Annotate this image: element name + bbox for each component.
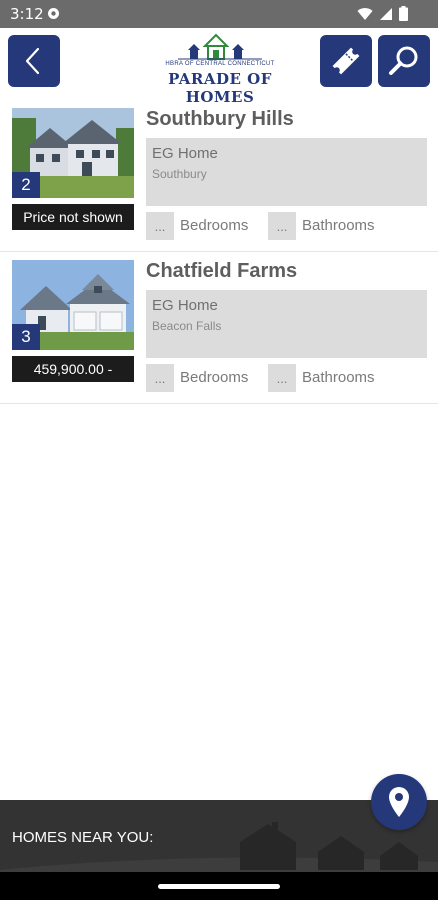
tickets-button[interactable] <box>320 35 372 87</box>
home-gesture-handle[interactable] <box>158 884 280 889</box>
bedrooms-label: Bedrooms <box>180 217 249 234</box>
wifi-icon <box>357 7 373 20</box>
logo-subtitle: HBRA OF CENTRAL CONNECTICUT <box>165 61 275 67</box>
bedrooms-value: ... <box>146 364 174 392</box>
listing-builder: EG Home <box>152 145 218 162</box>
bedrooms-value: ... <box>146 212 174 240</box>
map-pin-icon <box>389 787 409 817</box>
listing-photo[interactable]: 2 <box>12 108 134 198</box>
listing-item[interactable]: 3 459,900.00 - Chatfield Farms EG Home B… <box>0 252 438 404</box>
homes-near-you-label: HOMES NEAR YOU: <box>12 829 154 846</box>
map-button[interactable] <box>371 774 427 830</box>
listing-name[interactable]: Chatfield Farms <box>146 260 297 283</box>
listing-number-badge: 2 <box>12 172 40 198</box>
bathrooms-value: ... <box>268 212 296 240</box>
status-time: 3:12 <box>10 5 44 23</box>
battery-icon <box>399 6 408 21</box>
status-bar: 3:12 <box>0 0 438 28</box>
app-header: HBRA OF CENTRAL CONNECTICUT PARADE OF HO… <box>0 28 438 106</box>
search-icon <box>389 46 418 75</box>
listing-price: Price not shown <box>12 204 134 230</box>
back-button[interactable] <box>8 35 60 87</box>
listing-name[interactable]: Southbury Hills <box>146 108 294 131</box>
listing-info-box: EG Home Beacon Falls <box>146 290 427 358</box>
parade-of-homes-logo: HBRA OF CENTRAL CONNECTICUT PARADE OF HO… <box>148 32 292 106</box>
bathrooms-value: ... <box>268 364 296 392</box>
listing-town: Southbury <box>152 167 207 181</box>
listing-town: Beacon Falls <box>152 319 222 333</box>
search-button[interactable] <box>378 35 430 87</box>
bathrooms-label: Bathrooms <box>302 217 375 234</box>
listing-info-box: EG Home Southbury <box>146 138 427 206</box>
logo-houses-icon <box>178 33 262 60</box>
listing-price: 459,900.00 - <box>12 356 134 382</box>
bedrooms-label: Bedrooms <box>180 369 249 386</box>
listing-photo[interactable]: 3 <box>12 260 134 350</box>
listing-builder: EG Home <box>152 297 218 314</box>
listing-number-badge: 3 <box>12 324 40 350</box>
system-nav-bar <box>0 872 438 900</box>
signal-icon <box>380 7 392 20</box>
bathrooms-label: Bathrooms <box>302 369 375 386</box>
back-icon <box>25 47 40 75</box>
ticket-icon <box>332 47 360 75</box>
notification-icon <box>48 8 59 19</box>
listing-item[interactable]: 2 Price not shown Southbury Hills EG Hom… <box>0 100 438 252</box>
